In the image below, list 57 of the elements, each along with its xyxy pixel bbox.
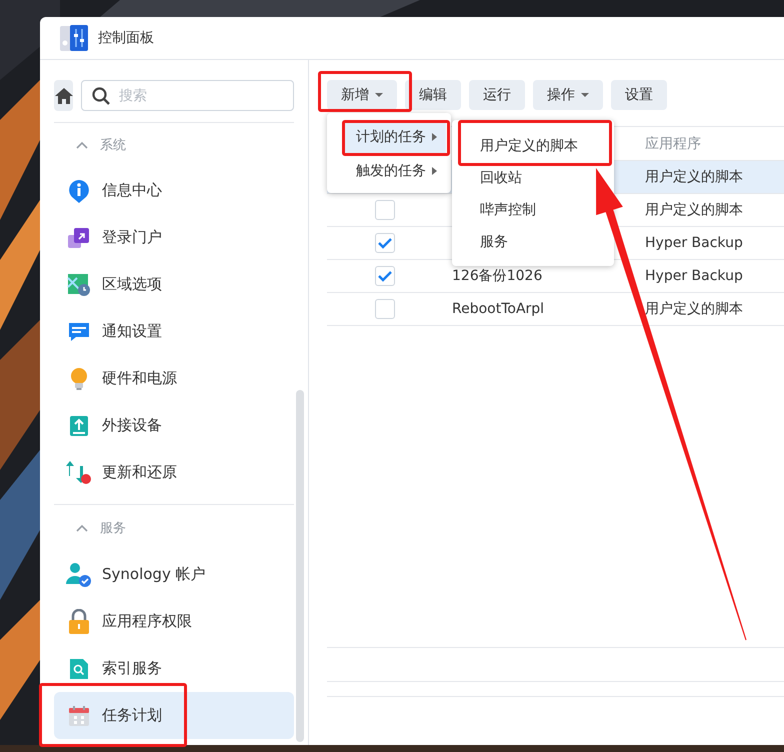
menu-item[interactable]: 服务 (480, 226, 508, 258)
home-icon (54, 88, 72, 104)
checkbox[interactable] (375, 200, 395, 220)
table-cell-text: 用户定义的脚本 (644, 168, 743, 186)
control-panel-icon (60, 24, 88, 52)
section-title: 系统 (100, 137, 126, 154)
table-cell: RebootToArpl (452, 301, 544, 317)
checkbox[interactable] (375, 266, 395, 286)
section-title: 服务 (100, 520, 126, 537)
collapse-icon[interactable] (76, 524, 88, 532)
sidebar-item[interactable]: 登录门户 (54, 214, 294, 261)
menu-item[interactable]: 触发的任务 (342, 154, 446, 188)
sidebar-item[interactable]: 通知设置 (54, 308, 294, 355)
collapse-icon[interactable] (76, 141, 88, 149)
sidebar-item[interactable]: 更新和还原 (54, 449, 294, 496)
bulb-icon (69, 366, 89, 390)
toolbar-button[interactable]: 编辑 (405, 80, 461, 110)
menu-item[interactable]: 用户定义的脚本 (480, 130, 578, 162)
submenu-arrow-icon (432, 133, 437, 141)
home-button[interactable] (54, 80, 73, 111)
search-document-icon (69, 658, 89, 680)
checkbox[interactable] (375, 233, 395, 253)
table-cell-text: 用户定义的脚本 (644, 300, 743, 318)
sidebar-item[interactable]: 应用程序权限 (54, 598, 294, 645)
calendar-icon (68, 704, 90, 726)
menu-item[interactable]: 回收站 (480, 162, 522, 194)
sidebar-item[interactable]: Synology 帐户 (54, 551, 294, 598)
sidebar-item[interactable]: 区域选项 (54, 261, 294, 308)
map-icon (67, 272, 91, 296)
lock-icon (68, 608, 90, 634)
table-cell-text: Hyper Backup (644, 268, 743, 284)
caret-icon (581, 93, 589, 97)
sidebar-item[interactable]: 索引服务 (54, 645, 294, 692)
toolbar-button[interactable]: 操作 (533, 80, 603, 110)
user-icon (66, 562, 92, 588)
checkbox[interactable] (375, 299, 395, 319)
scrollbar-thumb[interactable] (296, 390, 304, 742)
table-cell-text: 用户定义的脚本 (644, 201, 743, 219)
toolbar-button[interactable]: 运行 (469, 80, 525, 110)
toolbar-button[interactable]: 新增 (327, 80, 397, 110)
search-field[interactable]: 搜索 (81, 80, 294, 111)
portal-icon (68, 226, 90, 248)
table-cell-text: Hyper Backup (644, 235, 743, 251)
caret-icon (375, 93, 383, 97)
message-icon (68, 320, 90, 342)
sidebar-item[interactable]: 硬件和电源 (54, 355, 294, 402)
sidebar-item[interactable]: 任务计划 (54, 692, 294, 739)
device-icon (69, 414, 89, 436)
toolbar-button[interactable]: 设置 (611, 80, 667, 110)
submenu-arrow-icon (432, 167, 437, 175)
refresh-icon (66, 460, 92, 486)
table-cell: 126备份1026 (452, 268, 542, 284)
window-title: 控制面板 (98, 29, 154, 47)
sidebar-item[interactable]: 外接设备 (54, 402, 294, 449)
menu-item[interactable]: 哔声控制 (480, 194, 536, 226)
info-icon (68, 178, 90, 202)
sidebar-item[interactable]: 信息中心 (54, 167, 294, 214)
